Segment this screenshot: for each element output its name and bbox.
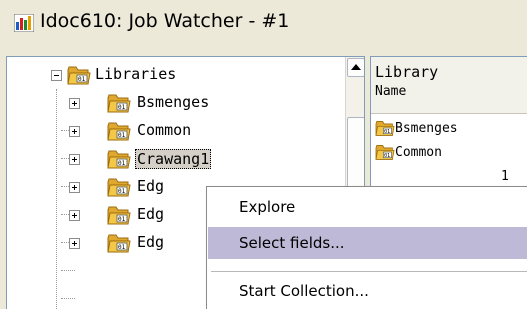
- menu-item-label: Select fields...: [239, 234, 345, 252]
- expand-icon[interactable]: [69, 126, 80, 137]
- expand-icon[interactable]: [69, 154, 80, 165]
- column-header-line1: Library: [375, 63, 439, 81]
- expand-icon[interactable]: [69, 182, 80, 193]
- tree-item-label: Edg: [137, 177, 165, 195]
- menu-item-label: Start Collection...: [239, 282, 369, 300]
- window-title: Idoc610: Job Watcher - #1: [40, 10, 290, 32]
- tree-item-label: Bsmenges: [137, 93, 210, 111]
- tree-connector: [61, 298, 75, 300]
- library-folder-icon: [107, 204, 131, 226]
- library-folder-icon: [107, 176, 131, 198]
- tree-item-libraries[interactable]: Libraries: [7, 61, 337, 89]
- scroll-thumb[interactable]: [347, 117, 364, 189]
- collapse-icon[interactable]: [51, 70, 62, 81]
- tree-connector: [61, 270, 75, 272]
- library-folder-icon: [375, 143, 395, 161]
- library-folder-icon: [375, 119, 395, 137]
- tree-item[interactable]: Bsmenges: [7, 89, 337, 117]
- menu-item-select-fields[interactable]: Select fields...: [208, 227, 527, 259]
- library-folder-icon: [107, 232, 131, 254]
- expand-icon[interactable]: [69, 238, 80, 249]
- tree-item-label: Edg: [137, 233, 165, 251]
- library-folder-icon: [107, 120, 131, 142]
- menu-item-label: Explore: [239, 198, 296, 216]
- list-item-label: Common: [395, 145, 442, 160]
- tree-item-label: Crawang1: [135, 149, 212, 169]
- menu-item-explore[interactable]: Explore: [208, 191, 527, 223]
- tree-item[interactable]: Common: [7, 117, 337, 145]
- library-folder-icon: [67, 64, 91, 86]
- tree-item-label: Libraries: [95, 65, 177, 83]
- column-header-line2: Name: [375, 84, 407, 99]
- app-chart-icon: [14, 14, 34, 32]
- tree-item-label: Common: [137, 121, 192, 139]
- title-bar: Idoc610: Job Watcher - #1: [0, 0, 527, 46]
- context-menu: Explore Select fields... Start Collectio…: [206, 186, 527, 309]
- list-item-label: Bsmenges: [395, 121, 458, 136]
- expand-icon[interactable]: [69, 210, 80, 221]
- scroll-up-button[interactable]: [347, 58, 364, 77]
- menu-item-start-collection[interactable]: Start Collection...: [208, 275, 527, 307]
- arrow-up-icon: [351, 64, 361, 70]
- tree-item-label: Edg: [137, 205, 165, 223]
- menu-separator: [211, 271, 527, 272]
- library-folder-icon: [107, 148, 131, 170]
- list-item-label: 1: [501, 169, 509, 184]
- tree-item-selected[interactable]: Crawang1: [7, 145, 337, 173]
- library-folder-icon: [107, 92, 131, 114]
- column-header-library-name[interactable]: Library Name: [371, 57, 527, 114]
- expand-icon[interactable]: [69, 98, 80, 109]
